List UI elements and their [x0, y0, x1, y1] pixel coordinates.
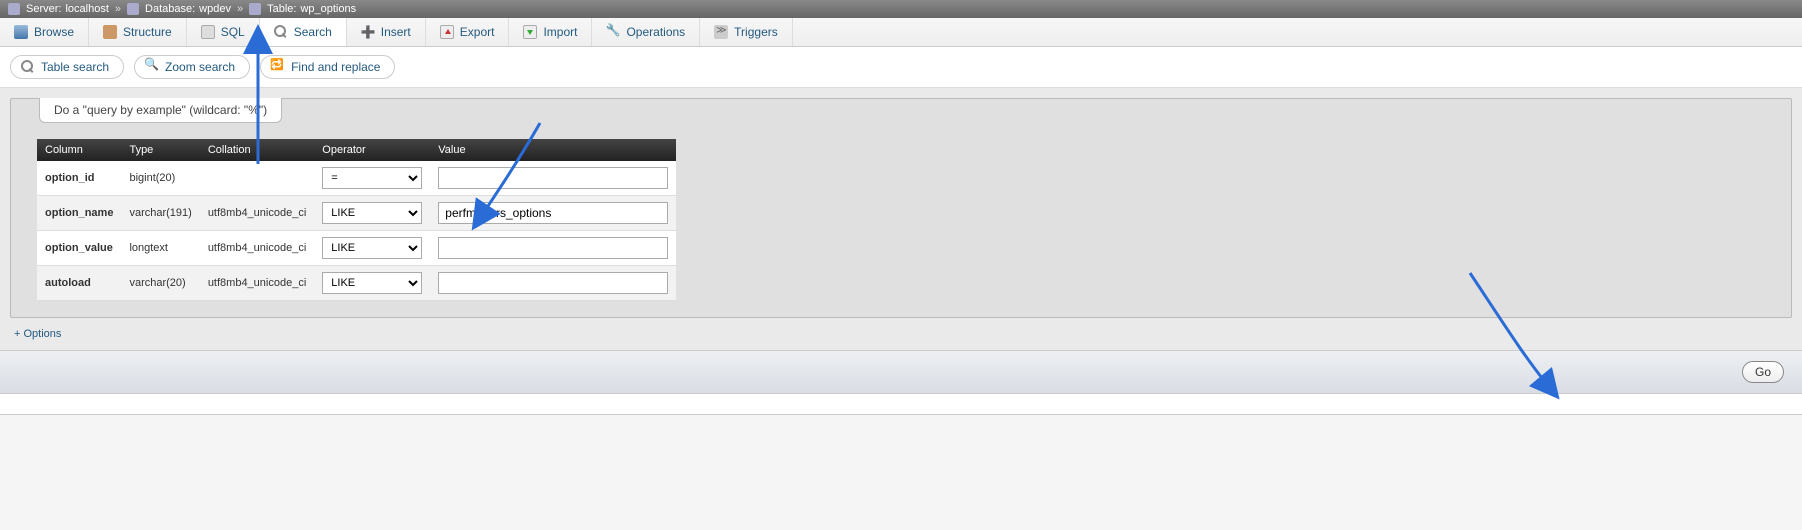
- th-column: Column: [37, 139, 121, 161]
- import-icon: [523, 25, 537, 39]
- operator-select[interactable]: LIKE: [322, 202, 422, 224]
- sql-icon: [201, 25, 215, 39]
- tab-structure[interactable]: Structure: [89, 18, 187, 46]
- sub-tabs: Table search Zoom search Find and replac…: [0, 47, 1802, 88]
- search-icon: [274, 25, 288, 39]
- go-button[interactable]: Go: [1742, 361, 1784, 383]
- tab-operations[interactable]: Operations: [592, 18, 700, 46]
- tab-triggers[interactable]: Triggers: [700, 18, 793, 46]
- breadcrumb-database-value[interactable]: wpdev: [199, 3, 231, 15]
- tab-label: Structure: [123, 25, 172, 39]
- panel-legend: Do a "query by example" (wildcard: "%"): [39, 98, 282, 123]
- cell-column: option_id: [37, 161, 121, 196]
- top-tabs: Browse Structure SQL Search ➕ Insert Exp…: [0, 18, 1802, 47]
- options-toggle[interactable]: + Options: [14, 328, 61, 340]
- tab-label: SQL: [221, 25, 245, 39]
- breadcrumb-server-label: Server:: [26, 3, 61, 15]
- subtab-table-search[interactable]: Table search: [10, 55, 124, 79]
- table-row: option_id bigint(20) =: [37, 161, 676, 196]
- tab-import[interactable]: Import: [509, 18, 592, 46]
- cell-type: longtext: [121, 231, 199, 266]
- table-icon: [249, 3, 261, 15]
- breadcrumb-table-value[interactable]: wp_options: [300, 3, 356, 15]
- subtab-zoom-search[interactable]: Zoom search: [134, 55, 250, 79]
- cell-type: varchar(191): [121, 196, 199, 231]
- browse-icon: [14, 25, 28, 39]
- tab-search[interactable]: Search: [260, 18, 347, 46]
- value-input[interactable]: [438, 167, 668, 189]
- export-icon: [440, 25, 454, 39]
- tab-export[interactable]: Export: [426, 18, 510, 46]
- tab-insert[interactable]: ➕ Insert: [347, 18, 426, 46]
- search-icon: [21, 60, 35, 74]
- th-value: Value: [430, 139, 676, 161]
- th-collation: Collation: [200, 139, 314, 161]
- subtab-find-replace[interactable]: Find and replace: [260, 55, 395, 79]
- cell-type: bigint(20): [121, 161, 199, 196]
- cell-collation: utf8mb4_unicode_ci: [200, 196, 314, 231]
- tab-label: Browse: [34, 25, 74, 39]
- cell-column: autoload: [37, 266, 121, 301]
- th-operator: Operator: [314, 139, 430, 161]
- operator-select[interactable]: LIKE: [322, 272, 422, 294]
- operator-select[interactable]: =: [322, 167, 422, 189]
- tab-label: Import: [543, 25, 577, 39]
- table-row: option_value longtext utf8mb4_unicode_ci…: [37, 231, 676, 266]
- subtab-label: Zoom search: [165, 60, 235, 74]
- breadcrumb-sep: »: [115, 3, 121, 15]
- breadcrumb-sep: »: [237, 3, 243, 15]
- content-area: Do a "query by example" (wildcard: "%") …: [0, 88, 1802, 350]
- cell-column: option_name: [37, 196, 121, 231]
- cell-type: varchar(20): [121, 266, 199, 301]
- value-input[interactable]: [438, 272, 668, 294]
- triggers-icon: [714, 25, 728, 39]
- cell-collation: utf8mb4_unicode_ci: [200, 266, 314, 301]
- breadcrumb-server-value[interactable]: localhost: [65, 3, 108, 15]
- table-row: option_name varchar(191) utf8mb4_unicode…: [37, 196, 676, 231]
- qbe-panel: Do a "query by example" (wildcard: "%") …: [10, 98, 1792, 318]
- replace-icon: [271, 60, 285, 74]
- tab-label: Search: [294, 25, 332, 39]
- subtab-label: Table search: [41, 60, 109, 74]
- structure-icon: [103, 25, 117, 39]
- operator-select[interactable]: LIKE: [322, 237, 422, 259]
- tab-label: Insert: [381, 25, 411, 39]
- breadcrumb: Server: localhost » Database: wpdev » Ta…: [0, 0, 1802, 18]
- table-row: autoload varchar(20) utf8mb4_unicode_ci …: [37, 266, 676, 301]
- subtab-label: Find and replace: [291, 60, 380, 74]
- value-input[interactable]: [438, 202, 668, 224]
- breadcrumb-table-label: Table:: [267, 3, 296, 15]
- breadcrumb-database-label: Database:: [145, 3, 195, 15]
- database-icon: [127, 3, 139, 15]
- tab-label: Export: [460, 25, 495, 39]
- zoom-icon: [145, 60, 159, 74]
- server-icon: [8, 3, 20, 15]
- cell-column: option_value: [37, 231, 121, 266]
- cell-collation: [200, 161, 314, 196]
- tab-sql[interactable]: SQL: [187, 18, 260, 46]
- operations-icon: [606, 25, 620, 39]
- qbe-table: Column Type Collation Operator Value opt…: [37, 139, 676, 301]
- value-input[interactable]: [438, 237, 668, 259]
- tab-label: Triggers: [734, 25, 778, 39]
- insert-icon: ➕: [361, 25, 375, 39]
- th-type: Type: [121, 139, 199, 161]
- tab-browse[interactable]: Browse: [0, 18, 89, 46]
- cell-collation: utf8mb4_unicode_ci: [200, 231, 314, 266]
- tab-label: Operations: [626, 25, 685, 39]
- footer-bar: Go: [0, 350, 1802, 394]
